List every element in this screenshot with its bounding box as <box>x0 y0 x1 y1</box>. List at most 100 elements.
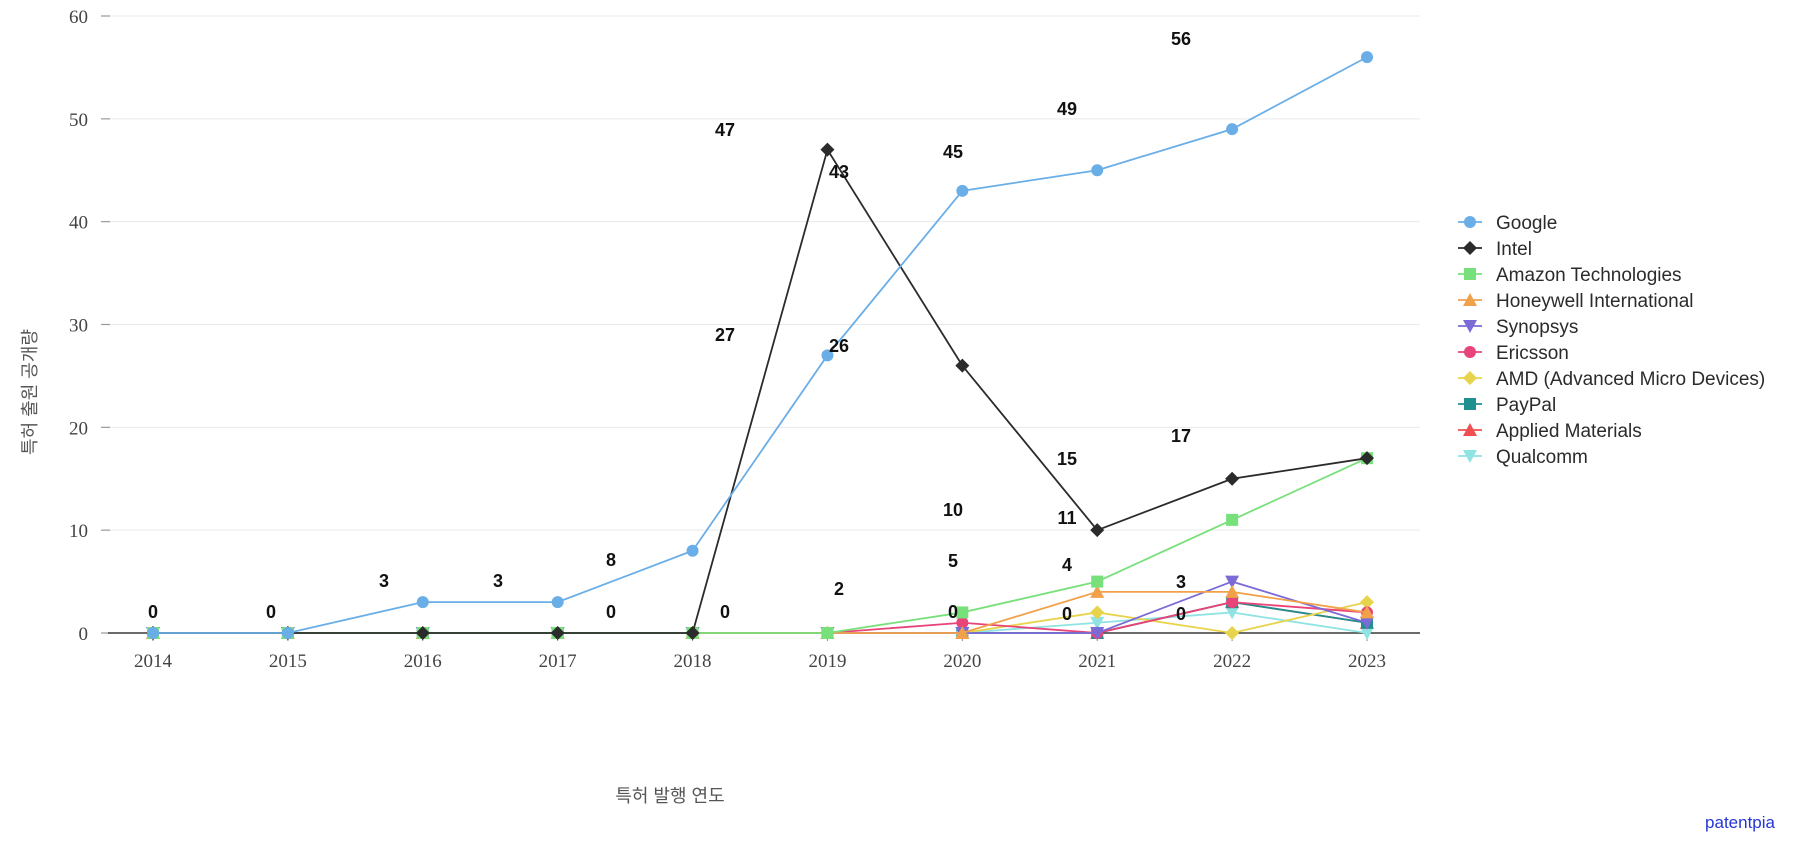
legend-item-amazon-technologies[interactable]: Amazon Technologies <box>1458 265 1682 286</box>
series-intel <box>146 142 1374 640</box>
x-axis: 2014 2015 2016 2017 2018 2019 2020 2021 2022 2023 <box>108 632 1420 672</box>
data-point-label: 0 <box>948 602 958 622</box>
legend-label: Ericsson <box>1496 343 1569 364</box>
line-chart: 0 10 20 30 40 50 60 2014 2015 2016 2017 2018 2019 202… <box>0 0 1795 843</box>
legend-item-paypal[interactable]: PayPal <box>1458 395 1556 416</box>
x-axis-title: 특허 발행 연도 <box>615 786 724 806</box>
x-tick-label: 2017 <box>539 651 577 672</box>
legend-item-applied-materials[interactable]: Applied Materials <box>1458 421 1642 442</box>
legend-item-ericsson[interactable]: Ericsson <box>1458 343 1569 364</box>
data-point[interactable] <box>1361 51 1373 64</box>
data-point-label: 26 <box>829 336 849 356</box>
data-point-label: 43 <box>829 162 849 182</box>
data-point-label: 10 <box>943 500 963 520</box>
x-tick-label: 2020 <box>943 651 981 672</box>
x-tick-label: 2018 <box>674 651 712 672</box>
y-tick-label: 40 <box>69 213 88 234</box>
data-point-label: 0 <box>606 602 616 622</box>
data-point-label: 0 <box>148 602 158 622</box>
legend-label: PayPal <box>1496 395 1556 416</box>
legend-item-synopsys[interactable]: Synopsys <box>1458 317 1578 338</box>
data-point[interactable] <box>416 596 429 609</box>
x-tick-label: 2019 <box>808 651 846 672</box>
y-tick-label: 60 <box>69 7 88 28</box>
legend-item-google[interactable]: Google <box>1458 213 1557 234</box>
data-point[interactable] <box>1091 164 1104 177</box>
chart-canvas: 01020304050602014 2015 2016 2017 2018 2019 202… <box>20 7 1776 832</box>
data-point[interactable] <box>147 627 159 639</box>
x-tick-label: 2021 <box>1078 651 1116 672</box>
data-point-label: 2 <box>834 579 844 599</box>
data-point[interactable] <box>1226 596 1239 609</box>
legend-label: Intel <box>1496 239 1532 260</box>
data-point[interactable] <box>956 606 969 619</box>
data-point-label: 56 <box>1171 29 1191 49</box>
legend-label: Amazon Technologies <box>1496 265 1682 286</box>
series-line <box>153 147 1368 634</box>
data-point-label: 0 <box>1062 604 1072 624</box>
data-point-label: 8 <box>606 550 616 570</box>
data-point-label: 0 <box>266 602 276 622</box>
legend-marker-icon <box>1464 398 1476 410</box>
y-tick-label: 10 <box>69 521 88 542</box>
data-point-label: 3 <box>379 571 389 591</box>
legend-label: Qualcomm <box>1496 447 1588 468</box>
x-tick-label: 2014 <box>134 651 173 672</box>
data-point[interactable] <box>281 627 294 639</box>
data-point-label: 0 <box>1176 604 1186 624</box>
data-point-labels: 0 0 3 3 8 0 27 47 0 43 26 2 45 10 5 0 49 15 11 4 0 56 17 3 0 <box>148 29 1191 624</box>
data-point-label: 49 <box>1057 99 1077 119</box>
legend-marker-icon <box>1464 268 1476 280</box>
legend-item-amd-advanced-micro-devices[interactable]: AMD (Advanced Micro Devices) <box>1458 369 1765 390</box>
data-point-label: 5 <box>948 551 958 571</box>
x-tick-label: 2015 <box>269 651 307 672</box>
legend-marker-icon <box>1463 371 1477 385</box>
y-axis-title: 특허 출원 공개량 <box>20 329 40 455</box>
data-point[interactable] <box>1225 626 1240 640</box>
legend-label: Applied Materials <box>1496 421 1642 442</box>
data-point[interactable] <box>821 627 834 639</box>
data-point[interactable] <box>551 596 564 609</box>
legend-marker-icon <box>1464 216 1476 228</box>
data-point-label: 0 <box>720 602 730 622</box>
y-gridlines: 0102030405060 <box>69 7 1420 645</box>
legend-marker-icon <box>1463 241 1477 255</box>
series-line <box>153 56 1368 634</box>
data-point[interactable] <box>686 544 699 557</box>
y-tick-label: 20 <box>69 418 88 439</box>
series-amazon-technologies <box>147 452 1373 639</box>
y-tick-label: 0 <box>79 624 89 645</box>
data-point[interactable] <box>820 142 835 157</box>
data-point-label: 27 <box>715 325 735 345</box>
legend-label: Google <box>1496 213 1557 234</box>
data-point-label: 47 <box>715 120 735 140</box>
data-point-label: 3 <box>1176 572 1186 592</box>
data-point-label: 4 <box>1062 555 1072 575</box>
x-tick-label: 2022 <box>1213 651 1251 672</box>
data-point[interactable] <box>1226 513 1239 526</box>
legend-item-intel[interactable]: Intel <box>1458 239 1532 260</box>
data-point[interactable] <box>1226 123 1239 136</box>
legend-marker-icon <box>1464 346 1476 358</box>
data-point-label: 11 <box>1057 508 1076 528</box>
x-tick-label: 2016 <box>404 651 442 672</box>
data-point[interactable] <box>1091 575 1104 588</box>
legend-label: Synopsys <box>1496 317 1578 338</box>
y-tick-label: 30 <box>69 316 88 337</box>
x-tick-label: 2023 <box>1348 651 1386 672</box>
watermark[interactable]: patentpia <box>1705 813 1775 832</box>
series-synopsys <box>146 575 1374 640</box>
data-point[interactable] <box>1225 471 1240 486</box>
legend: Google Intel Amazon Technologies Honeywell … <box>1458 213 1765 468</box>
y-tick-label: 50 <box>69 110 88 131</box>
data-point[interactable] <box>956 184 969 197</box>
legend-item-honeywell-international[interactable]: Honeywell International <box>1458 291 1694 312</box>
legend-label: AMD (Advanced Micro Devices) <box>1496 369 1765 390</box>
data-point-label: 45 <box>943 142 963 162</box>
legend-label: Honeywell International <box>1496 291 1694 312</box>
data-point-label: 17 <box>1171 426 1191 446</box>
legend-item-qualcomm[interactable]: Qualcomm <box>1458 447 1588 468</box>
series-google <box>147 51 1373 639</box>
data-point-label: 3 <box>493 571 503 591</box>
data-point-label: 15 <box>1057 449 1077 469</box>
